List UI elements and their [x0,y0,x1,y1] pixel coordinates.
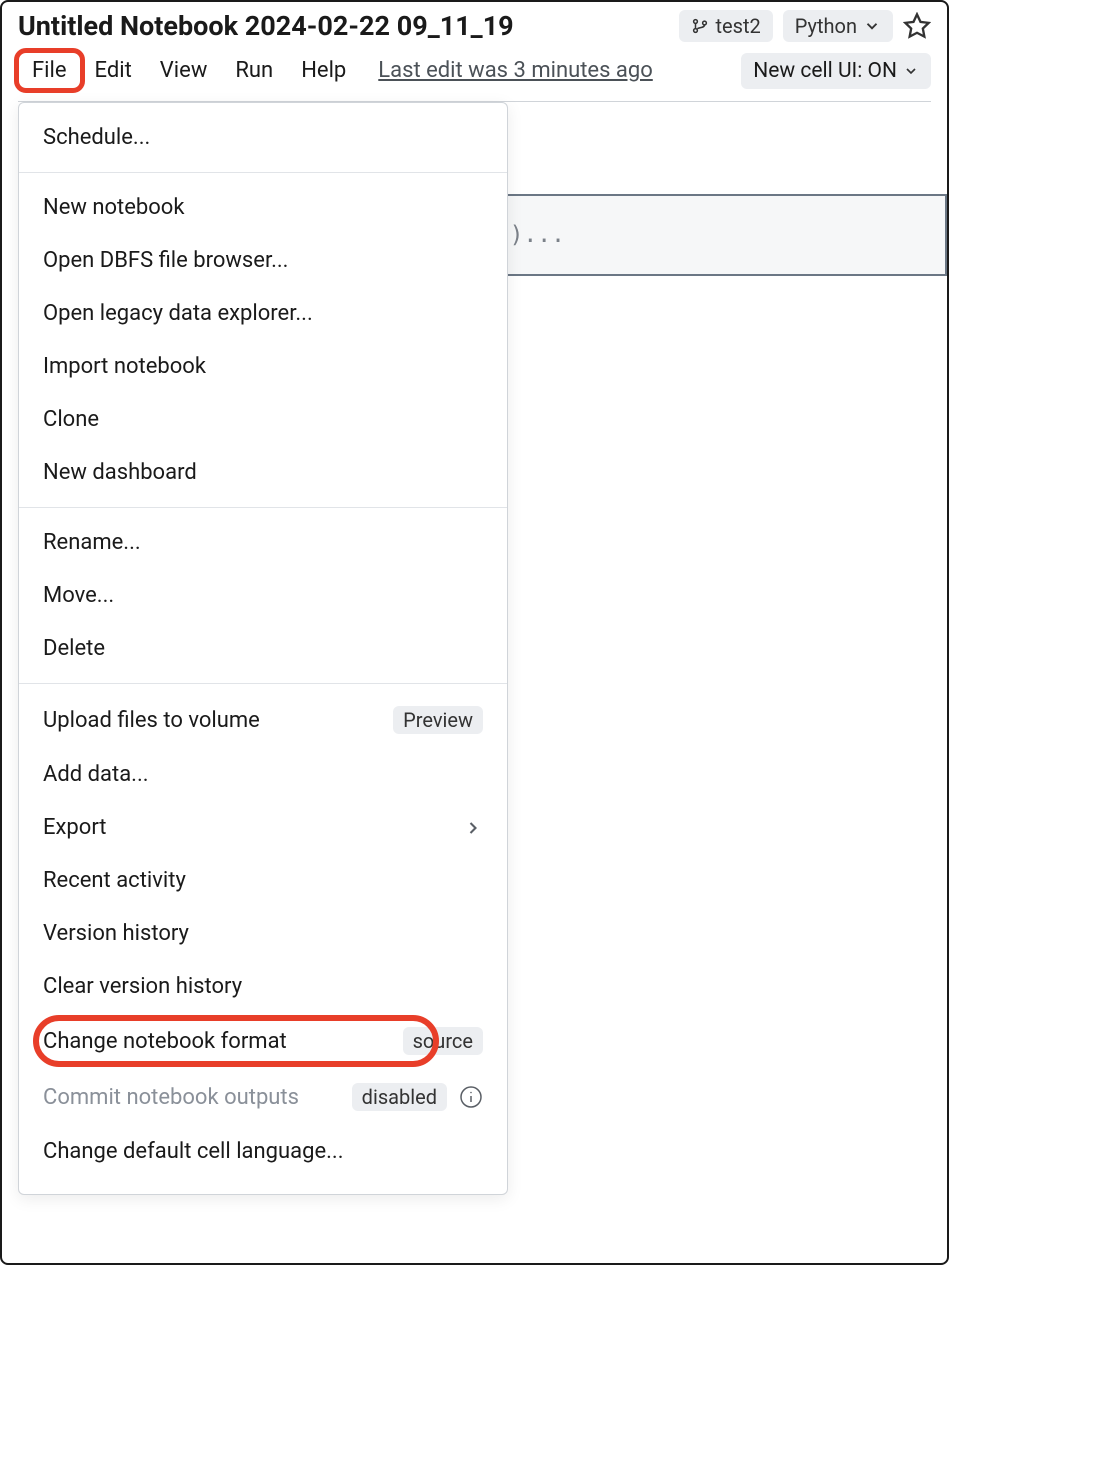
menu-change-notebook-format-label: Change notebook format [43,1029,393,1054]
menu-version-history-label: Version history [43,921,483,946]
menu-commit-outputs-label: Commit notebook outputs [43,1085,342,1110]
menu-rename[interactable]: Rename... [19,516,507,569]
menu-export[interactable]: Export [19,801,507,854]
menubar: File Edit View Run Help Last edit was 3 … [18,52,931,102]
menu-open-legacy[interactable]: Open legacy data explorer... [19,287,507,340]
menu-move[interactable]: Move... [19,569,507,622]
menu-open-legacy-label: Open legacy data explorer... [43,301,483,326]
menu-import-notebook-label: Import notebook [43,354,483,379]
menu-open-dbfs-label: Open DBFS file browser... [43,248,483,273]
menu-file[interactable]: File [18,52,81,89]
chevron-down-icon [903,63,919,79]
menu-schedule[interactable]: Schedule... [19,111,507,164]
menu-delete[interactable]: Delete [19,622,507,675]
menu-commit-outputs[interactable]: Commit notebook outputs disabled [19,1069,507,1125]
menu-rename-label: Rename... [43,530,483,555]
menu-add-data-label: Add data... [43,762,483,787]
new-cell-ui-label: New cell UI: ON [753,59,897,83]
menu-new-notebook-label: New notebook [43,195,483,220]
menu-move-label: Move... [43,583,483,608]
menu-view[interactable]: View [146,52,222,89]
menu-recent-activity[interactable]: Recent activity [19,854,507,907]
menu-schedule-label: Schedule... [43,125,483,150]
last-edit-link[interactable]: Last edit was 3 minutes ago [378,58,653,83]
menu-clone[interactable]: Clone [19,393,507,446]
star-icon[interactable] [903,12,931,40]
chevron-right-icon [463,818,483,838]
menu-clone-label: Clone [43,407,483,432]
menu-change-default-lang[interactable]: Change default cell language... [19,1125,507,1178]
new-cell-ui-toggle[interactable]: New cell UI: ON [741,53,931,89]
info-icon [459,1085,483,1109]
menu-upload-files-label: Upload files to volume [43,708,383,733]
menu-delete-label: Delete [43,636,483,661]
menu-import-notebook[interactable]: Import notebook [19,340,507,393]
menu-version-history[interactable]: Version history [19,907,507,960]
language-pill[interactable]: Python [783,10,893,42]
notebook-title[interactable]: Untitled Notebook 2024-02-22 09_11_19 [18,10,514,42]
file-dropdown-menu: Schedule... New notebook Open DBFS file … [18,102,508,1195]
disabled-badge: disabled [352,1083,447,1111]
menu-change-default-lang-label: Change default cell language... [43,1139,483,1164]
git-branch-pill[interactable]: test2 [679,10,772,42]
source-badge: source [403,1027,483,1055]
preview-badge: Preview [393,706,483,734]
menu-new-dashboard-label: New dashboard [43,460,483,485]
menu-edit[interactable]: Edit [81,52,146,89]
git-branch-label: test2 [715,14,760,38]
menu-export-label: Export [43,815,463,840]
menu-clear-version-history-label: Clear version history [43,974,483,999]
git-branch-icon [691,17,709,35]
menu-new-notebook[interactable]: New notebook [19,181,507,234]
menu-recent-activity-label: Recent activity [43,868,483,893]
menu-change-notebook-format[interactable]: Change notebook format source [19,1013,507,1069]
menu-upload-files[interactable]: Upload files to volume Preview [19,692,507,748]
menu-new-dashboard[interactable]: New dashboard [19,446,507,499]
menu-clear-version-history[interactable]: Clear version history [19,960,507,1013]
menu-run[interactable]: Run [221,52,287,89]
language-label: Python [795,14,857,38]
menu-add-data[interactable]: Add data... [19,748,507,801]
chevron-down-icon [863,17,881,35]
menu-file-label: File [32,58,67,83]
menu-open-dbfs[interactable]: Open DBFS file browser... [19,234,507,287]
menu-help[interactable]: Help [287,52,360,89]
